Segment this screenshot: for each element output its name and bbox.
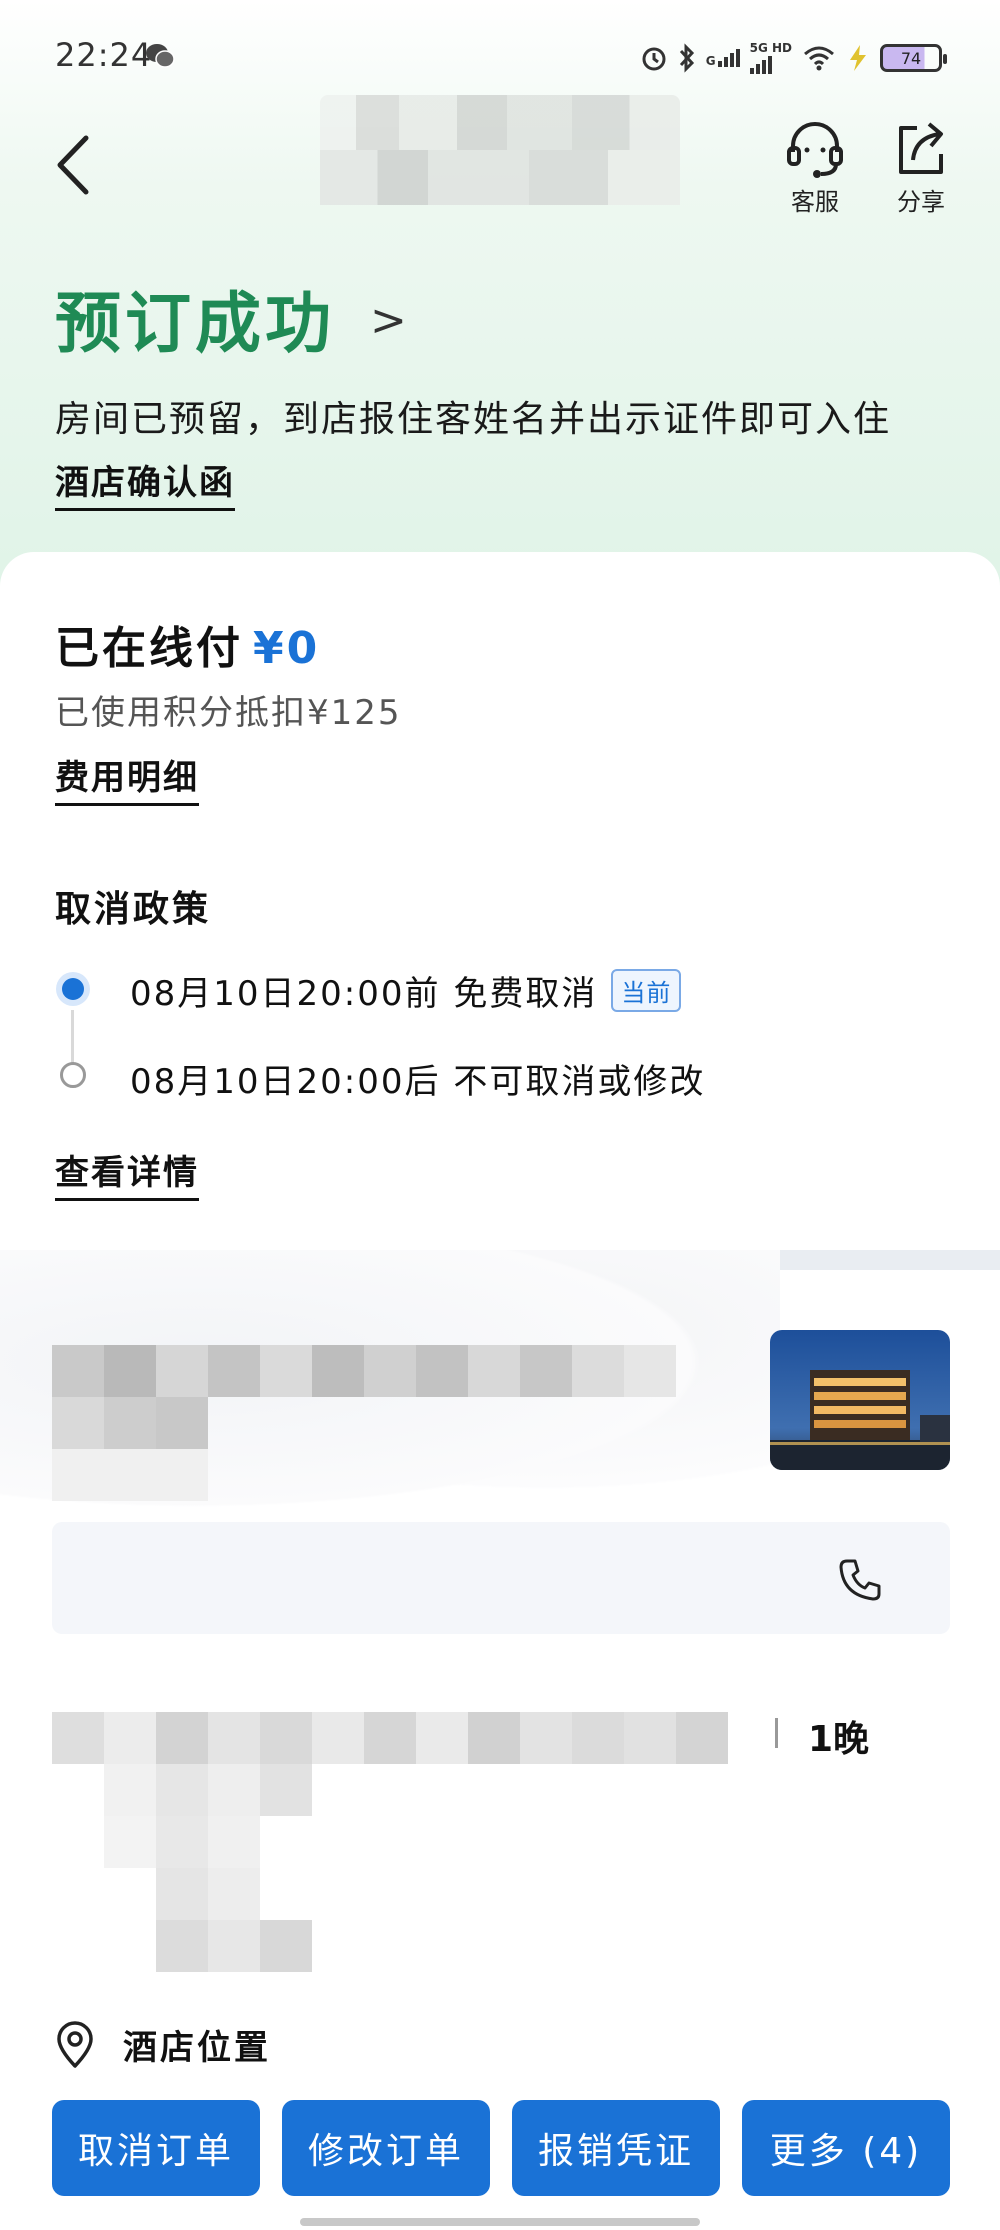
hotel-location-label: 酒店位置 <box>123 2028 271 2068</box>
share-button[interactable]: 分享 <box>893 118 949 217</box>
paid-online-line: 已在线付 ¥0 <box>55 612 320 676</box>
view-details-link[interactable]: 查看详情 <box>55 1145 199 1201</box>
policy-dot-active <box>56 972 90 1006</box>
phone-icon[interactable] <box>835 1555 885 1605</box>
fee-details-link[interactable]: 费用明细 <box>55 750 199 806</box>
alarm-icon <box>642 47 666 71</box>
bottom-action-bar: 取消订单 修改订单 报销凭证 更多 (4) <box>52 2100 950 2196</box>
hotel-phone-row[interactable] <box>52 1522 950 1634</box>
modify-order-button[interactable]: 修改订单 <box>282 2100 490 2196</box>
charging-icon <box>850 45 866 71</box>
invoice-voucher-button[interactable]: 报销凭证 <box>512 2100 720 2196</box>
chevron-right-icon[interactable]: > <box>370 295 407 346</box>
points-deduction-text: 已使用积分抵扣¥125 <box>55 693 402 733</box>
policy-dot-idle <box>60 1062 86 1088</box>
paid-label: 已在线付 <box>55 623 243 674</box>
battery-icon: 74 <box>880 44 947 72</box>
more-actions-button[interactable]: 更多 (4) <box>742 2100 950 2196</box>
home-indicator[interactable] <box>300 2218 700 2226</box>
customer-service-label: 客服 <box>791 188 839 216</box>
signal-2-icon: 5G HD <box>749 42 792 74</box>
policy-item: 08月10日20:00后 不可取消或修改 <box>130 1054 705 1103</box>
policy-item-text: 08月10日20:00后 不可取消或修改 <box>130 1062 706 1102</box>
share-label: 分享 <box>897 188 945 216</box>
page-title-blurred <box>320 95 680 205</box>
status-icons: G 5G HD 74 <box>640 38 947 78</box>
wifi-icon <box>804 46 834 71</box>
share-icon <box>899 122 943 174</box>
hotel-location-row[interactable]: 酒店位置 <box>55 2020 271 2069</box>
back-button[interactable] <box>50 130 100 200</box>
location-pin-icon <box>57 2020 93 2068</box>
hotel-confirmation-link[interactable]: 酒店确认函 <box>55 455 235 511</box>
policy-item-text: 08月10日20:00前 免费取消 <box>130 974 598 1014</box>
customer-service-button[interactable]: 客服 <box>783 118 847 217</box>
current-badge: 当前 <box>611 969 682 1012</box>
status-time: 22:24 <box>55 36 153 74</box>
cancel-order-button[interactable]: 取消订单 <box>52 2100 260 2196</box>
success-description: 房间已预留，到店报住客姓名并出示证件即可入住 <box>55 399 892 440</box>
paid-amount: ¥0 <box>253 623 321 674</box>
cancel-policy-title: 取消政策 <box>55 889 212 930</box>
nights-count: 1晚 <box>808 1719 870 1760</box>
status-bar: 22:24 G 5G HD 74 <box>0 0 1000 110</box>
headset-icon <box>787 122 843 178</box>
hotel-photo[interactable] <box>770 1330 950 1470</box>
booking-success-title[interactable]: 预订成功 <box>55 270 335 366</box>
policy-item: 08月10日20:00前 免费取消 当前 <box>130 966 682 1015</box>
policy-timeline-line <box>71 1010 74 1066</box>
wechat-icon <box>146 44 175 68</box>
nights-divider <box>775 1718 778 1748</box>
bluetooth-icon <box>679 43 694 73</box>
signal-1-icon: G <box>706 49 740 67</box>
